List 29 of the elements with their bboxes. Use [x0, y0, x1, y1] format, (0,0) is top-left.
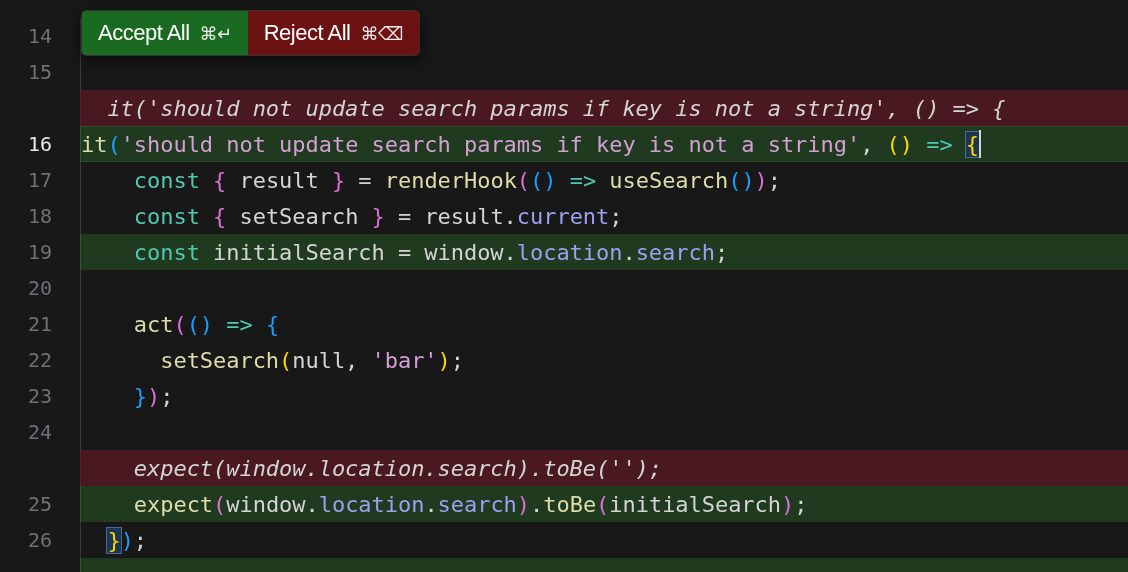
code-line: expect(window.location.search).toBe('');: [132, 455, 663, 481]
line-number: 15: [26, 60, 53, 84]
code-line: const initialSearch = window.location.search;: [132, 239, 729, 265]
line-number: 26: [26, 528, 53, 552]
code-line: const { result } = renderHook(() => useSearch());: [132, 167, 782, 193]
code-line: });: [132, 383, 174, 409]
line-number: 16: [26, 132, 53, 156]
line-number: 21: [26, 312, 53, 336]
reject-all-button[interactable]: Reject All ⌘⌫: [247, 11, 419, 55]
shortcut-hint: ⌘⌫: [360, 22, 403, 44]
line-number: 19: [26, 240, 53, 264]
code-line: const { setSearch } = result.current;: [132, 203, 623, 229]
line-number: 17: [26, 168, 53, 192]
line-number: 14: [26, 24, 53, 48]
shortcut-hint: ⌘↵: [199, 22, 232, 44]
code-line: it('should not update search params if key is not a string', () => {: [106, 95, 1006, 121]
code-line: setSearch(null, 'bar');: [159, 347, 464, 373]
text-cursor: [979, 130, 982, 158]
code-line: act(() => {: [132, 311, 280, 337]
line-number: 22: [26, 348, 53, 372]
code-line: });: [106, 527, 148, 553]
code-line: expect(window.location.search).toBe(initialSearch);: [132, 491, 808, 517]
code-line: it('should not update search params if key is not a string', () => {: [81, 131, 980, 157]
line-number: 18: [26, 204, 53, 228]
line-number: 24: [26, 420, 53, 444]
accept-all-button[interactable]: Accept All ⌘↵: [82, 11, 248, 55]
line-number: 20: [26, 276, 53, 300]
line-number: 23: [26, 384, 53, 408]
line-number: 25: [26, 492, 53, 516]
